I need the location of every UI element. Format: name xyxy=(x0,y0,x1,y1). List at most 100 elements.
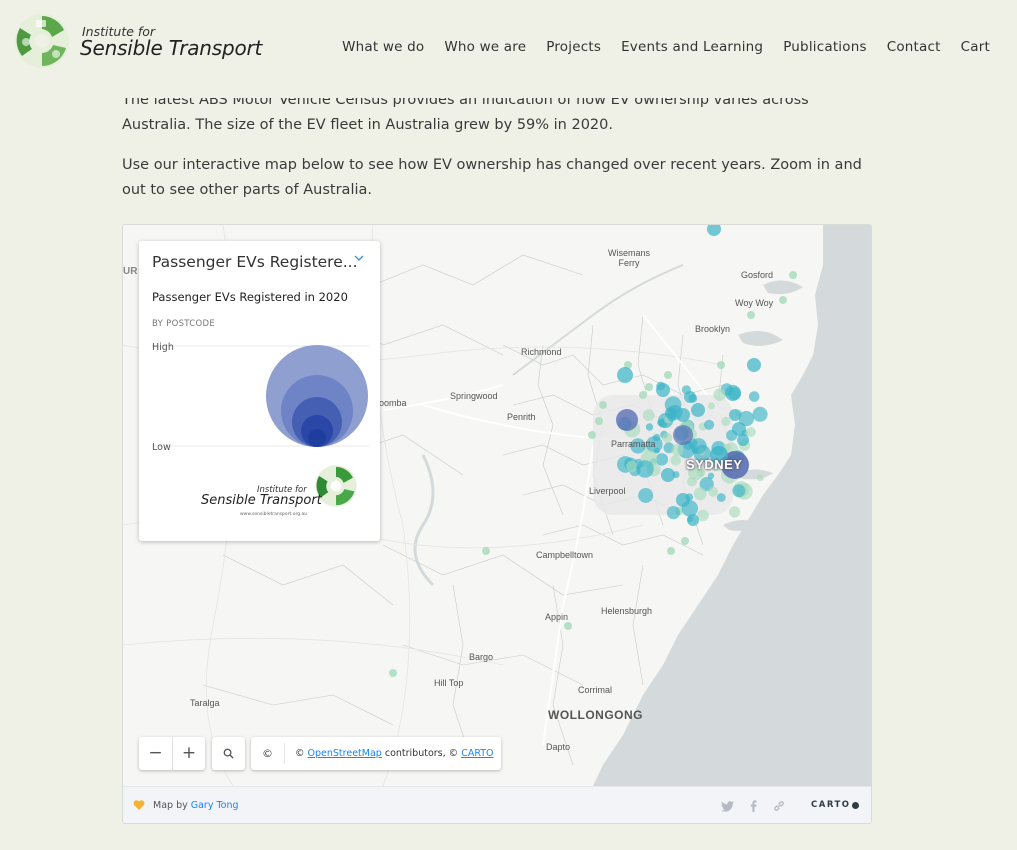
ev-bubble[interactable] xyxy=(588,431,596,439)
ev-bubble[interactable] xyxy=(667,547,675,555)
ev-bubble[interactable] xyxy=(687,476,697,487)
ev-bubble[interactable] xyxy=(681,537,689,545)
search-icon xyxy=(223,748,234,759)
author-link[interactable]: Gary Tong xyxy=(191,800,239,811)
ev-bubble[interactable] xyxy=(564,622,572,630)
ev-bubble[interactable] xyxy=(599,401,607,409)
legend-logo: Institute for Sensible Transport www.sen… xyxy=(201,463,361,523)
place-label-brooklyn: Brooklyn xyxy=(695,324,731,334)
ev-bubble[interactable] xyxy=(655,453,669,466)
ev-bubble[interactable] xyxy=(639,391,647,399)
attribution-middle: contributors, © xyxy=(381,748,462,759)
map-search-button[interactable] xyxy=(212,737,245,770)
ev-bubble[interactable] xyxy=(747,358,761,372)
osm-link[interactable]: OpenStreetMap xyxy=(308,748,382,759)
ev-bubble[interactable] xyxy=(789,271,797,279)
ev-bubble[interactable] xyxy=(691,403,705,417)
ev-bubble[interactable] xyxy=(732,422,746,436)
map-canvas[interactable]: Wisemans Ferry Gosford Woy Woy Brooklyn … xyxy=(123,225,871,786)
ev-bubble[interactable] xyxy=(676,493,690,507)
ev-bubble[interactable] xyxy=(673,425,693,445)
legend-high-label: High xyxy=(152,342,174,353)
ev-bubble[interactable] xyxy=(704,419,715,430)
ev-bubble[interactable] xyxy=(616,409,638,431)
ev-bubble[interactable] xyxy=(707,472,715,479)
ev-bubble[interactable] xyxy=(664,371,672,379)
ev-bubble[interactable] xyxy=(747,311,755,319)
ev-bubble[interactable] xyxy=(737,434,749,446)
main-nav: What we do Who we are Projects Events an… xyxy=(342,39,990,55)
ev-bubble[interactable] xyxy=(665,407,677,419)
ev-bubble[interactable] xyxy=(666,506,681,520)
map-attribution: © © OpenStreetMap contributors, © CARTO xyxy=(251,737,501,770)
place-label-wisemans-ferry: Wisemans Ferry xyxy=(608,248,651,268)
logo-icon[interactable] xyxy=(12,12,72,70)
ev-bubble[interactable] xyxy=(721,416,731,426)
place-label-helensburgh: Helensburgh xyxy=(601,606,653,616)
ev-bubble[interactable] xyxy=(745,427,756,437)
ev-bubble[interactable] xyxy=(752,406,768,422)
ev-bubble[interactable] xyxy=(690,438,707,455)
ev-bubble[interactable] xyxy=(748,391,760,402)
ev-bubble[interactable] xyxy=(729,409,741,421)
ev-bubble[interactable] xyxy=(716,493,726,502)
ev-bubble[interactable] xyxy=(732,484,746,498)
ev-bubble[interactable] xyxy=(626,460,638,473)
ev-bubble[interactable] xyxy=(638,488,654,503)
ev-bubble[interactable] xyxy=(389,669,397,677)
place-label-campbelltown: Campbelltown xyxy=(536,550,594,560)
zoom-out-button[interactable]: − xyxy=(139,737,172,770)
ev-bubble[interactable] xyxy=(661,468,675,482)
twitter-icon[interactable] xyxy=(721,801,734,812)
ev-bubble[interactable] xyxy=(670,454,681,466)
ev-bubble[interactable] xyxy=(708,486,719,497)
nav-item-projects[interactable]: Projects xyxy=(546,39,601,55)
zoom-in-button[interactable]: + xyxy=(172,737,205,770)
nav-item-cart[interactable]: Cart xyxy=(961,39,990,55)
ev-bubble[interactable] xyxy=(728,506,741,518)
instructions-paragraph: Use our interactive map below to see how… xyxy=(122,157,862,198)
ev-bubble[interactable] xyxy=(725,385,741,401)
ev-bubble[interactable] xyxy=(617,367,633,383)
ev-bubble[interactable] xyxy=(684,391,696,403)
ev-bubble[interactable] xyxy=(779,296,787,304)
place-label-katoomba: oomba xyxy=(379,398,407,408)
ev-bubble[interactable] xyxy=(707,402,715,410)
map-credit: Map by Gary Tong xyxy=(153,800,239,811)
place-label-taralga: Taralga xyxy=(190,698,220,708)
ev-bubble[interactable] xyxy=(687,514,699,526)
link-icon[interactable] xyxy=(773,800,785,812)
nav-item-what-we-do[interactable]: What we do xyxy=(342,39,424,55)
nav-item-who-we-are[interactable]: Who we are xyxy=(444,39,526,55)
ev-bubble[interactable] xyxy=(645,383,653,391)
ev-bubble[interactable] xyxy=(676,408,690,422)
place-label-richmond: Richmond xyxy=(521,347,562,357)
ev-bubble[interactable] xyxy=(657,419,665,427)
place-label-appin: Appin xyxy=(545,612,569,622)
ev-bubble[interactable] xyxy=(671,444,684,456)
ev-bubble[interactable] xyxy=(713,388,726,401)
ev-bubble[interactable] xyxy=(707,225,721,236)
ev-bubble[interactable] xyxy=(595,417,603,425)
nav-item-publications[interactable]: Publications xyxy=(783,39,867,55)
legend-logo-url: www.sensibletransport.org.au xyxy=(240,512,308,517)
carto-link[interactable]: CARTO xyxy=(461,748,493,759)
ev-bubble[interactable] xyxy=(482,547,490,555)
ev-bubble[interactable] xyxy=(756,474,764,482)
ev-bubble[interactable] xyxy=(656,383,670,397)
ev-bubble[interactable] xyxy=(662,432,673,443)
ev-bubble[interactable] xyxy=(693,487,707,501)
ev-bubble[interactable] xyxy=(642,409,655,422)
nav-item-contact[interactable]: Contact xyxy=(887,39,941,55)
carto-logo[interactable]: CARTO xyxy=(811,800,859,811)
attribution-toggle-icon[interactable]: © xyxy=(262,737,273,770)
ev-bubble[interactable] xyxy=(717,361,725,369)
place-label-woy-woy: Woy Woy xyxy=(735,298,774,308)
ev-bubble[interactable] xyxy=(645,423,654,431)
attribution-text: © OpenStreetMap contributors, © CARTO xyxy=(295,737,494,770)
nav-item-events-and-learning[interactable]: Events and Learning xyxy=(621,39,763,55)
ev-bubble[interactable] xyxy=(636,460,654,478)
facebook-icon[interactable] xyxy=(750,800,757,812)
logo-text-big[interactable]: Sensible Transport xyxy=(80,36,262,60)
attribution-prefix: © xyxy=(295,748,308,759)
